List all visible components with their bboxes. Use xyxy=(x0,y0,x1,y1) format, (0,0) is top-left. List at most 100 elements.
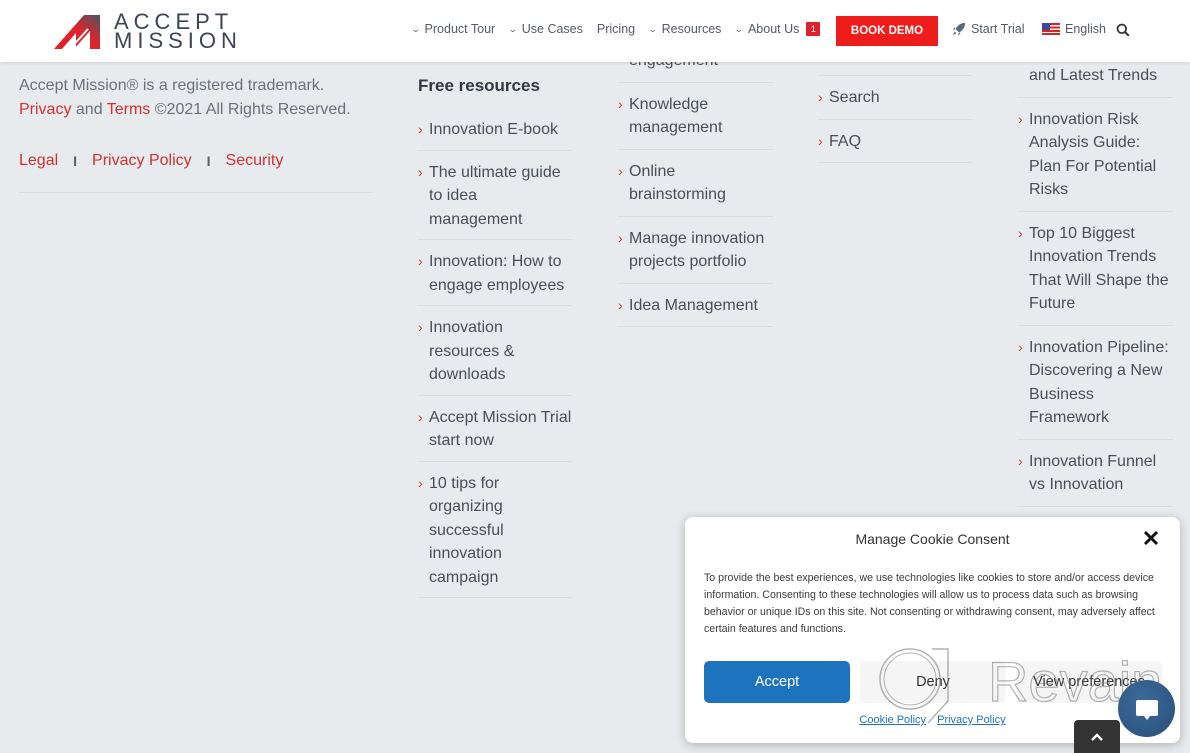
search-icon[interactable] xyxy=(1116,23,1130,37)
copyright: Accept Mission® is a registered trademar… xyxy=(19,74,351,122)
and-text: and xyxy=(71,101,107,118)
chevron-down-icon: ⌄ xyxy=(410,23,421,34)
terms-link[interactable]: Terms xyxy=(107,101,151,118)
nav-about-us[interactable]: ⌄ About Us 1 xyxy=(734,22,821,36)
privacy-policy-link[interactable]: Privacy Policy xyxy=(92,152,192,170)
footer-column-3: › Search › FAQ xyxy=(818,75,972,163)
privacy-policy-link[interactable]: Privacy Policy xyxy=(937,714,1005,726)
column-title: Free resources xyxy=(418,76,540,95)
trademark-text: Accept Mission® is a registered trademar… xyxy=(19,77,325,94)
logo-text: ACCEPT MISSION xyxy=(114,11,242,53)
copyright-line: Privacy and Terms ©2021 All Rights Reser… xyxy=(19,98,351,122)
list-item[interactable]: › Knowledge management xyxy=(618,83,773,150)
list-item[interactable]: › Accept Mission Trial start now xyxy=(418,396,572,462)
site-header: ACCEPT MISSION ⌄ Product Tour ⌄ Use Case… xyxy=(0,0,1190,62)
nav-product-tour[interactable]: ⌄ Product Tour xyxy=(410,22,496,36)
chevron-right-icon: › xyxy=(418,253,423,269)
link-label: Online brainstorming xyxy=(629,162,726,204)
list-item[interactable]: › Manage innovation projects portfolio xyxy=(618,217,773,284)
legal-link[interactable]: Legal xyxy=(19,152,58,170)
chevron-right-icon: › xyxy=(418,163,423,180)
chevron-right-icon: › xyxy=(618,162,623,179)
list-item[interactable]: › Online brainstorming xyxy=(618,150,773,217)
separator: I xyxy=(73,153,78,169)
accept-mission-logo-icon xyxy=(54,15,100,50)
scroll-to-top-button[interactable] xyxy=(1074,720,1120,753)
dialog-title: Manage Cookie Consent xyxy=(855,531,1010,547)
cookie-consent-dialog: Manage Cookie Consent To provide the bes… xyxy=(685,517,1180,743)
list-item[interactable]: › Innovation Funnel vs Innovation xyxy=(1018,440,1173,507)
close-icon[interactable] xyxy=(1142,529,1160,547)
chevron-right-icon: › xyxy=(1018,452,1023,469)
list-item[interactable]: › Innovation: How to engage employees xyxy=(418,240,572,306)
nav-label: About Us xyxy=(747,22,800,36)
footer-column-4: and Latest Trends › Innovation Risk Analy… xyxy=(1018,64,1173,507)
chevron-right-icon: › xyxy=(1018,224,1023,241)
chevron-up-icon xyxy=(1091,732,1103,741)
chevron-right-icon: › xyxy=(818,89,823,105)
link-list: engagement ›Knowledge management ›Online… xyxy=(618,49,773,327)
cookie-policy-link[interactable]: Cookie Policy xyxy=(859,714,926,726)
link-label: 10 tips for organizing successful innova… xyxy=(429,474,504,586)
nav-label: Product Tour xyxy=(424,22,496,36)
nav-label: Pricing xyxy=(596,22,636,36)
link-label: Innovation Risk Analysis Guide: Plan For… xyxy=(1029,110,1157,199)
logo-line2: MISSION xyxy=(114,28,242,53)
nav-use-cases[interactable]: ⌄ Use Cases xyxy=(508,22,583,36)
chat-button[interactable] xyxy=(1118,680,1175,737)
security-link[interactable]: Security xyxy=(226,152,284,170)
chevron-right-icon: › xyxy=(618,229,623,246)
chevron-right-icon: › xyxy=(418,408,423,425)
start-trial-label: Start Trial xyxy=(971,22,1025,36)
chat-bubble-icon xyxy=(1135,699,1158,720)
language-selector[interactable]: English xyxy=(1042,22,1106,36)
link-label: Innovation: How to engage employees xyxy=(429,253,565,294)
start-trial-link[interactable]: Start Trial xyxy=(952,22,1025,36)
chevron-right-icon: › xyxy=(818,132,823,149)
link-label: Innovation Funnel vs Innovation xyxy=(1029,452,1157,494)
link-label: Innovation Pipeline: Discovering a New B… xyxy=(1029,338,1169,427)
nav-pricing[interactable]: Pricing xyxy=(597,22,635,36)
chevron-right-icon: › xyxy=(418,319,423,335)
link-label: Top 10 Biggest Innovation Trends That Wi… xyxy=(1029,224,1169,313)
list-item-partial[interactable]: and Latest Trends xyxy=(1018,64,1173,98)
chevron-right-icon: › xyxy=(618,95,623,112)
link-label: Idea Management xyxy=(629,296,758,314)
rights-text: ©2021 All Rights Reserved. xyxy=(150,101,351,118)
language-label: English xyxy=(1065,22,1106,36)
privacy-link[interactable]: Privacy xyxy=(19,101,71,118)
nav-label: Use Cases xyxy=(521,22,583,36)
accept-button[interactable]: Accept xyxy=(704,661,850,703)
separator: I xyxy=(206,153,211,169)
main-nav: ⌄ Product Tour ⌄ Use Cases Pricing ⌄ Res… xyxy=(410,22,834,36)
deny-button[interactable]: Deny xyxy=(860,661,1006,703)
divider xyxy=(19,192,372,193)
chevron-right-icon: › xyxy=(1018,338,1023,355)
list-item-search[interactable]: › Search xyxy=(818,76,972,120)
link-label: and Latest Trends xyxy=(1029,67,1158,84)
list-item[interactable]: › Idea Management xyxy=(618,284,773,327)
list-item[interactable]: › 10 tips for organizing successful innov… xyxy=(418,462,572,598)
list-item[interactable]: › Innovation Risk Analysis Guide: Plan Fo… xyxy=(1018,98,1173,212)
chevron-down-icon: ⌄ xyxy=(508,23,518,34)
chevron-right-icon: › xyxy=(418,474,423,491)
rocket-icon xyxy=(952,22,966,36)
nav-label: Resources xyxy=(661,22,722,36)
list-item[interactable]: › Innovation Pipeline: Discovering a New … xyxy=(1018,326,1173,440)
chevron-right-icon: › xyxy=(1018,110,1023,127)
book-demo-button[interactable]: BOOK DEMO xyxy=(836,16,938,46)
logo[interactable]: ACCEPT MISSION xyxy=(54,11,242,53)
link-label: Knowledge management xyxy=(629,95,723,137)
list-item[interactable]: › Innovation resources & downloads xyxy=(418,306,572,396)
footer-column-2: engagement ›Knowledge management ›Online… xyxy=(618,49,773,327)
list-item[interactable]: › Top 10 Biggest Innovation Trends That W… xyxy=(1018,212,1173,326)
list-item[interactable]: › Innovation E-book xyxy=(418,118,572,151)
list-item-faq[interactable]: › FAQ xyxy=(818,120,972,163)
link-list: › Innovation E-book › The ultimate guide t… xyxy=(418,118,572,598)
link-list: and Latest Trends › Innovation Risk Analy… xyxy=(1018,64,1173,507)
nav-resources[interactable]: ⌄ Resources xyxy=(648,22,722,36)
link-label: FAQ xyxy=(829,132,862,150)
list-item[interactable]: › The ultimate guide to idea management xyxy=(418,151,572,240)
chevron-down-icon: ⌄ xyxy=(734,23,745,34)
link-list: › Search › FAQ xyxy=(818,76,972,163)
